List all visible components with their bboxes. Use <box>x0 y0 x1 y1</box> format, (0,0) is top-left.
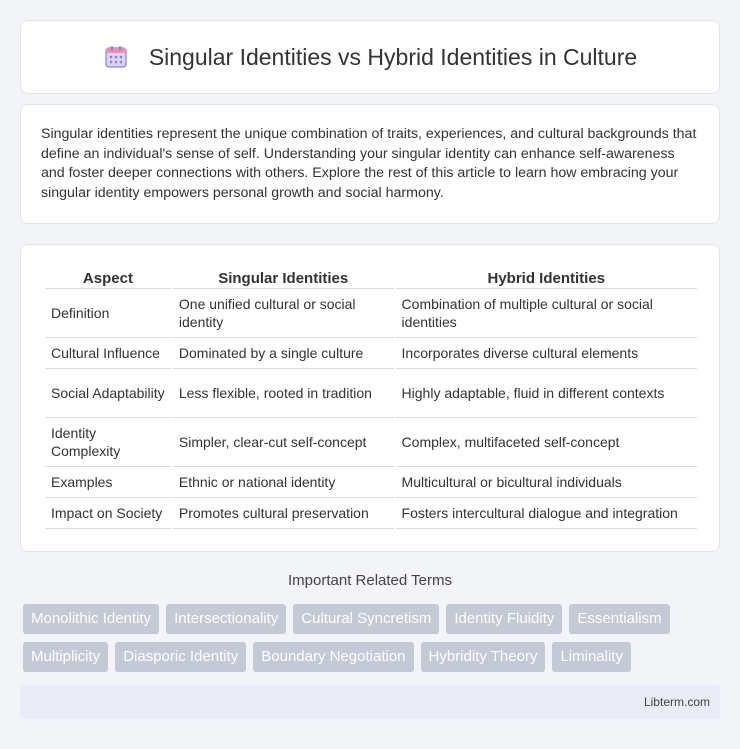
table-header-row: Aspect Singular Identities Hybrid Identi… <box>45 263 697 289</box>
tag-intersectionality[interactable]: Intersectionality <box>166 604 287 634</box>
row-aspect: Impact on Society <box>45 498 171 529</box>
row-singular: Less flexible, rooted in tradition <box>172 369 394 418</box>
row-hybrid: Incorporates diverse cultural elements <box>395 338 697 369</box>
footer: Libterm.com <box>20 685 720 719</box>
row-aspect: Cultural Influence <box>45 338 171 369</box>
row-aspect: Identity Complexity <box>45 418 171 467</box>
tag-row: Monolithic Identity Intersectionality Cu… <box>23 604 723 634</box>
tag-row: Multiplicity Diasporic Identity Boundary… <box>23 642 723 672</box>
row-singular: One unified cultural or social identity <box>172 289 394 338</box>
table-row: Identity Complexity Simpler, clear-cut s… <box>45 418 697 467</box>
tag-monolithic-identity[interactable]: Monolithic Identity <box>23 604 160 634</box>
row-hybrid: Combination of multiple cultural or soci… <box>395 289 697 338</box>
row-hybrid: Complex, multifaceted self-concept <box>395 418 697 467</box>
row-hybrid: Highly adaptable, fluid in different con… <box>395 369 697 418</box>
row-hybrid: Fosters intercultural dialogue and integ… <box>395 498 697 529</box>
row-singular: Simpler, clear-cut self-concept <box>172 418 394 467</box>
related-terms-tags: Monolithic Identity Intersectionality Cu… <box>23 604 723 680</box>
row-hybrid: Multicultural or bicultural individuals <box>395 467 697 498</box>
header-hybrid: Hybrid Identities <box>395 263 697 289</box>
row-aspect: Examples <box>45 467 171 498</box>
row-singular: Promotes cultural preservation <box>172 498 394 529</box>
table-row: Impact on Society Promotes cultural pres… <box>45 498 697 529</box>
row-aspect: Definition <box>45 289 171 338</box>
related-terms-title: Important Related Terms <box>288 572 452 589</box>
tag-multiplicity[interactable]: Multiplicity <box>23 642 109 672</box>
row-singular: Ethnic or national identity <box>172 467 394 498</box>
intro-card: Singular identities represent the unique… <box>20 104 720 224</box>
header-singular: Singular Identities <box>172 263 394 289</box>
table-row: Cultural Influence Dominated by a single… <box>45 338 697 369</box>
comparison-table-card: Aspect Singular Identities Hybrid Identi… <box>20 244 720 552</box>
row-singular: Dominated by a single culture <box>172 338 394 369</box>
footer-brand[interactable]: Libterm.com <box>644 695 710 709</box>
comparison-table: Aspect Singular Identities Hybrid Identi… <box>43 263 699 529</box>
table-row: Definition One unified cultural or socia… <box>45 289 697 338</box>
table-row: Examples Ethnic or national identity Mul… <box>45 467 697 498</box>
tag-essentialism[interactable]: Essentialism <box>569 604 670 634</box>
tag-boundary-negotiation[interactable]: Boundary Negotiation <box>253 642 414 672</box>
header-card: Singular Identities vs Hybrid Identities… <box>20 20 720 94</box>
page-title: Singular Identities vs Hybrid Identities… <box>148 43 638 70</box>
tag-hybridity-theory[interactable]: Hybridity Theory <box>420 642 546 672</box>
tag-diasporic-identity[interactable]: Diasporic Identity <box>115 642 247 672</box>
intro-text: Singular identities represent the unique… <box>41 126 697 201</box>
tag-cultural-syncretism[interactable]: Cultural Syncretism <box>293 604 440 634</box>
table-row: Social Adaptability Less flexible, roote… <box>45 369 697 418</box>
tag-identity-fluidity[interactable]: Identity Fluidity <box>446 604 563 634</box>
row-aspect: Social Adaptability <box>45 369 171 418</box>
header-aspect: Aspect <box>45 263 171 289</box>
calendar-icon <box>103 44 129 70</box>
tag-liminality[interactable]: Liminality <box>552 642 631 672</box>
